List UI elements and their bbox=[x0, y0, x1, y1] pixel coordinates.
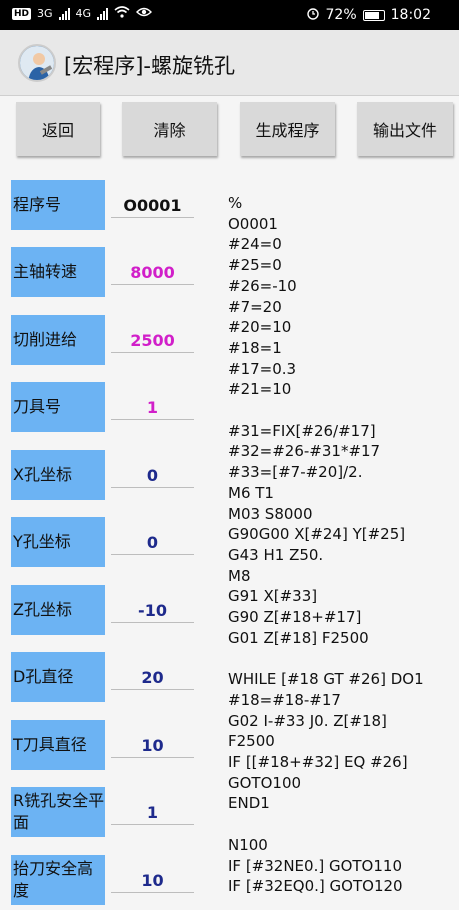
z-hole-coordinate-field[interactable]: -10 bbox=[111, 599, 194, 623]
eye-comfort-icon bbox=[136, 6, 153, 21]
retract-safe-height-field[interactable]: 10 bbox=[111, 869, 194, 893]
label-hole-diameter: D孔直径 bbox=[11, 652, 105, 702]
signal-icon bbox=[58, 7, 70, 20]
program-number-field[interactable]: O0001 bbox=[111, 194, 194, 218]
label-program-number: 程序号 bbox=[11, 180, 105, 230]
label-z-hole-coordinate: Z孔坐标 bbox=[11, 585, 105, 635]
clear-button[interactable]: 清除 bbox=[122, 102, 217, 156]
y-hole-coordinate-field[interactable]: 0 bbox=[111, 531, 194, 555]
tool-diameter-field[interactable]: 10 bbox=[111, 734, 194, 758]
app-title-bar: [宏程序]-螺旋铣孔 bbox=[0, 30, 459, 96]
x-hole-coordinate-field[interactable]: 0 bbox=[111, 464, 194, 488]
export-file-button[interactable]: 输出文件 bbox=[357, 102, 453, 156]
generate-program-button[interactable]: 生成程序 bbox=[240, 102, 335, 156]
tool-number-field[interactable]: 1 bbox=[111, 396, 194, 420]
milling-safe-plane-field[interactable]: 1 bbox=[111, 801, 194, 825]
back-button[interactable]: 返回 bbox=[16, 102, 100, 156]
label-retract-safe-height: 抬刀安全高度 bbox=[11, 855, 105, 905]
network-3g-label: 3G bbox=[37, 7, 53, 20]
battery-percent: 72% bbox=[325, 7, 357, 23]
label-x-hole-coordinate: X孔坐标 bbox=[11, 450, 105, 500]
hole-diameter-field[interactable]: 20 bbox=[111, 666, 194, 690]
status-bar: HD 3G 4G 72% 18:02 bbox=[0, 0, 459, 30]
label-milling-safe-plane: R铣孔安全平面 bbox=[11, 787, 105, 837]
clock-time: 18:02 bbox=[390, 7, 431, 23]
battery-icon bbox=[362, 9, 385, 21]
signal-icon-2 bbox=[97, 7, 109, 20]
cutting-feed-field[interactable]: 2500 bbox=[111, 329, 194, 353]
label-cutting-feed: 切削进给 bbox=[11, 315, 105, 365]
spindle-speed-field[interactable]: 8000 bbox=[111, 261, 194, 285]
network-4g-label: 4G bbox=[75, 7, 92, 20]
generated-program-text[interactable]: % O0001 #24=0 #25=0 #26=-10 #7=20 #20=10… bbox=[228, 193, 456, 910]
wifi-icon bbox=[114, 6, 130, 21]
page-title: [宏程序]-螺旋铣孔 bbox=[64, 54, 235, 78]
label-tool-number: 刀具号 bbox=[11, 382, 105, 432]
alarm-icon bbox=[306, 6, 320, 24]
label-spindle-speed: 主轴转速 bbox=[11, 247, 105, 297]
label-tool-diameter: T刀具直径 bbox=[11, 720, 105, 770]
label-y-hole-coordinate: Y孔坐标 bbox=[11, 517, 105, 567]
hd-badge: HD bbox=[12, 7, 32, 20]
app-logo-icon bbox=[18, 44, 56, 82]
